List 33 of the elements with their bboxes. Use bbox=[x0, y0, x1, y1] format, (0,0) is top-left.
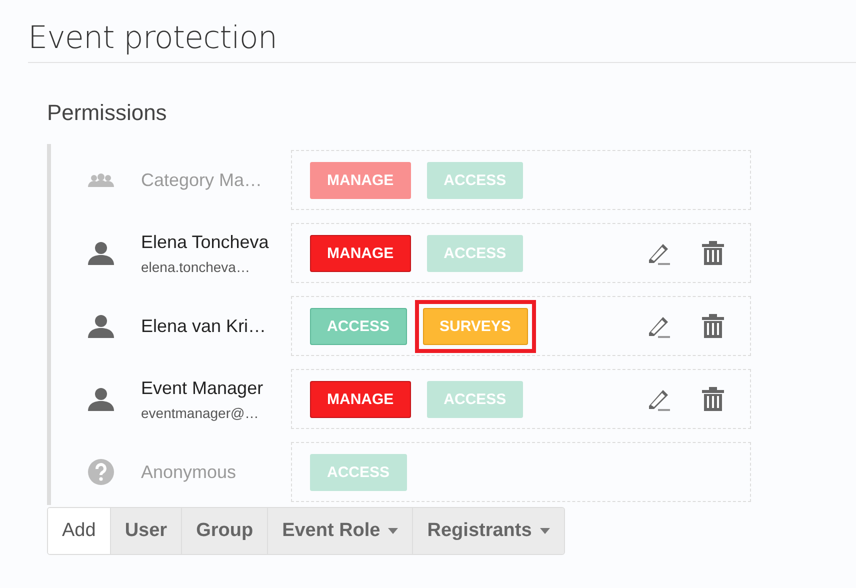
entry-name: Anonymous bbox=[141, 462, 238, 482]
permission-tag: MANAGE bbox=[310, 234, 411, 272]
dropdown-button[interactable]: Event Role bbox=[268, 508, 414, 554]
permission-tag: ACCESS bbox=[426, 234, 524, 272]
user-icon bbox=[88, 387, 114, 411]
question-icon bbox=[88, 459, 114, 485]
dropdown-button[interactable]: Registrants bbox=[413, 508, 564, 554]
entry-name: Elena van Kri… bbox=[141, 316, 268, 336]
delete-button[interactable] bbox=[702, 314, 724, 338]
entry-name: Event Manager bbox=[141, 378, 264, 398]
permission-tag: ACCESS bbox=[426, 162, 524, 198]
add-label: Add bbox=[48, 508, 111, 554]
user-icon bbox=[88, 241, 114, 265]
permission-tag: ACCESS bbox=[310, 308, 407, 344]
entry-name: Category Ma… bbox=[141, 170, 264, 190]
group-icon bbox=[88, 173, 114, 187]
entry-email: elena.toncheva… bbox=[141, 258, 251, 274]
entry-email: eventmanager@… bbox=[141, 404, 260, 420]
entry-name: Elena Toncheva bbox=[141, 232, 270, 252]
caret-icon bbox=[388, 528, 398, 534]
permission-tag: SURVEYS bbox=[422, 308, 528, 344]
permission-tag: ACCESS bbox=[310, 454, 407, 490]
add-button[interactable]: User bbox=[110, 508, 182, 554]
add-button[interactable]: Group bbox=[182, 508, 268, 554]
permission-tag: ACCESS bbox=[426, 380, 524, 418]
permission-tag: MANAGE bbox=[310, 380, 411, 418]
delete-button[interactable] bbox=[702, 387, 724, 411]
delete-button[interactable] bbox=[702, 241, 724, 265]
user-icon bbox=[88, 314, 114, 338]
permission-tag: MANAGE bbox=[310, 162, 411, 198]
caret-icon bbox=[540, 528, 550, 534]
section-title: Permissions bbox=[47, 100, 168, 126]
page-title: Event protection bbox=[28, 20, 856, 63]
